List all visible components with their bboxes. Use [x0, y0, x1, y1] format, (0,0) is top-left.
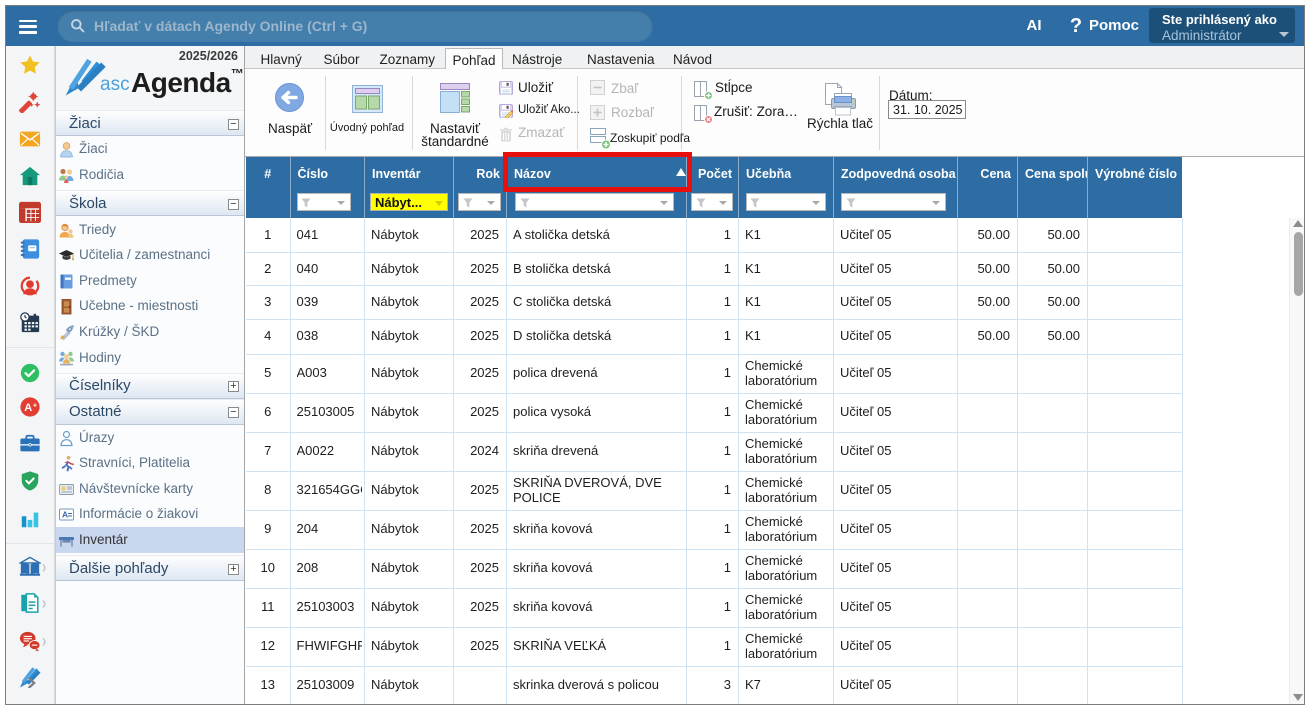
svg-text:A: A	[62, 510, 68, 520]
svg-text:+: +	[33, 400, 37, 409]
svg-text:A: A	[24, 402, 32, 414]
